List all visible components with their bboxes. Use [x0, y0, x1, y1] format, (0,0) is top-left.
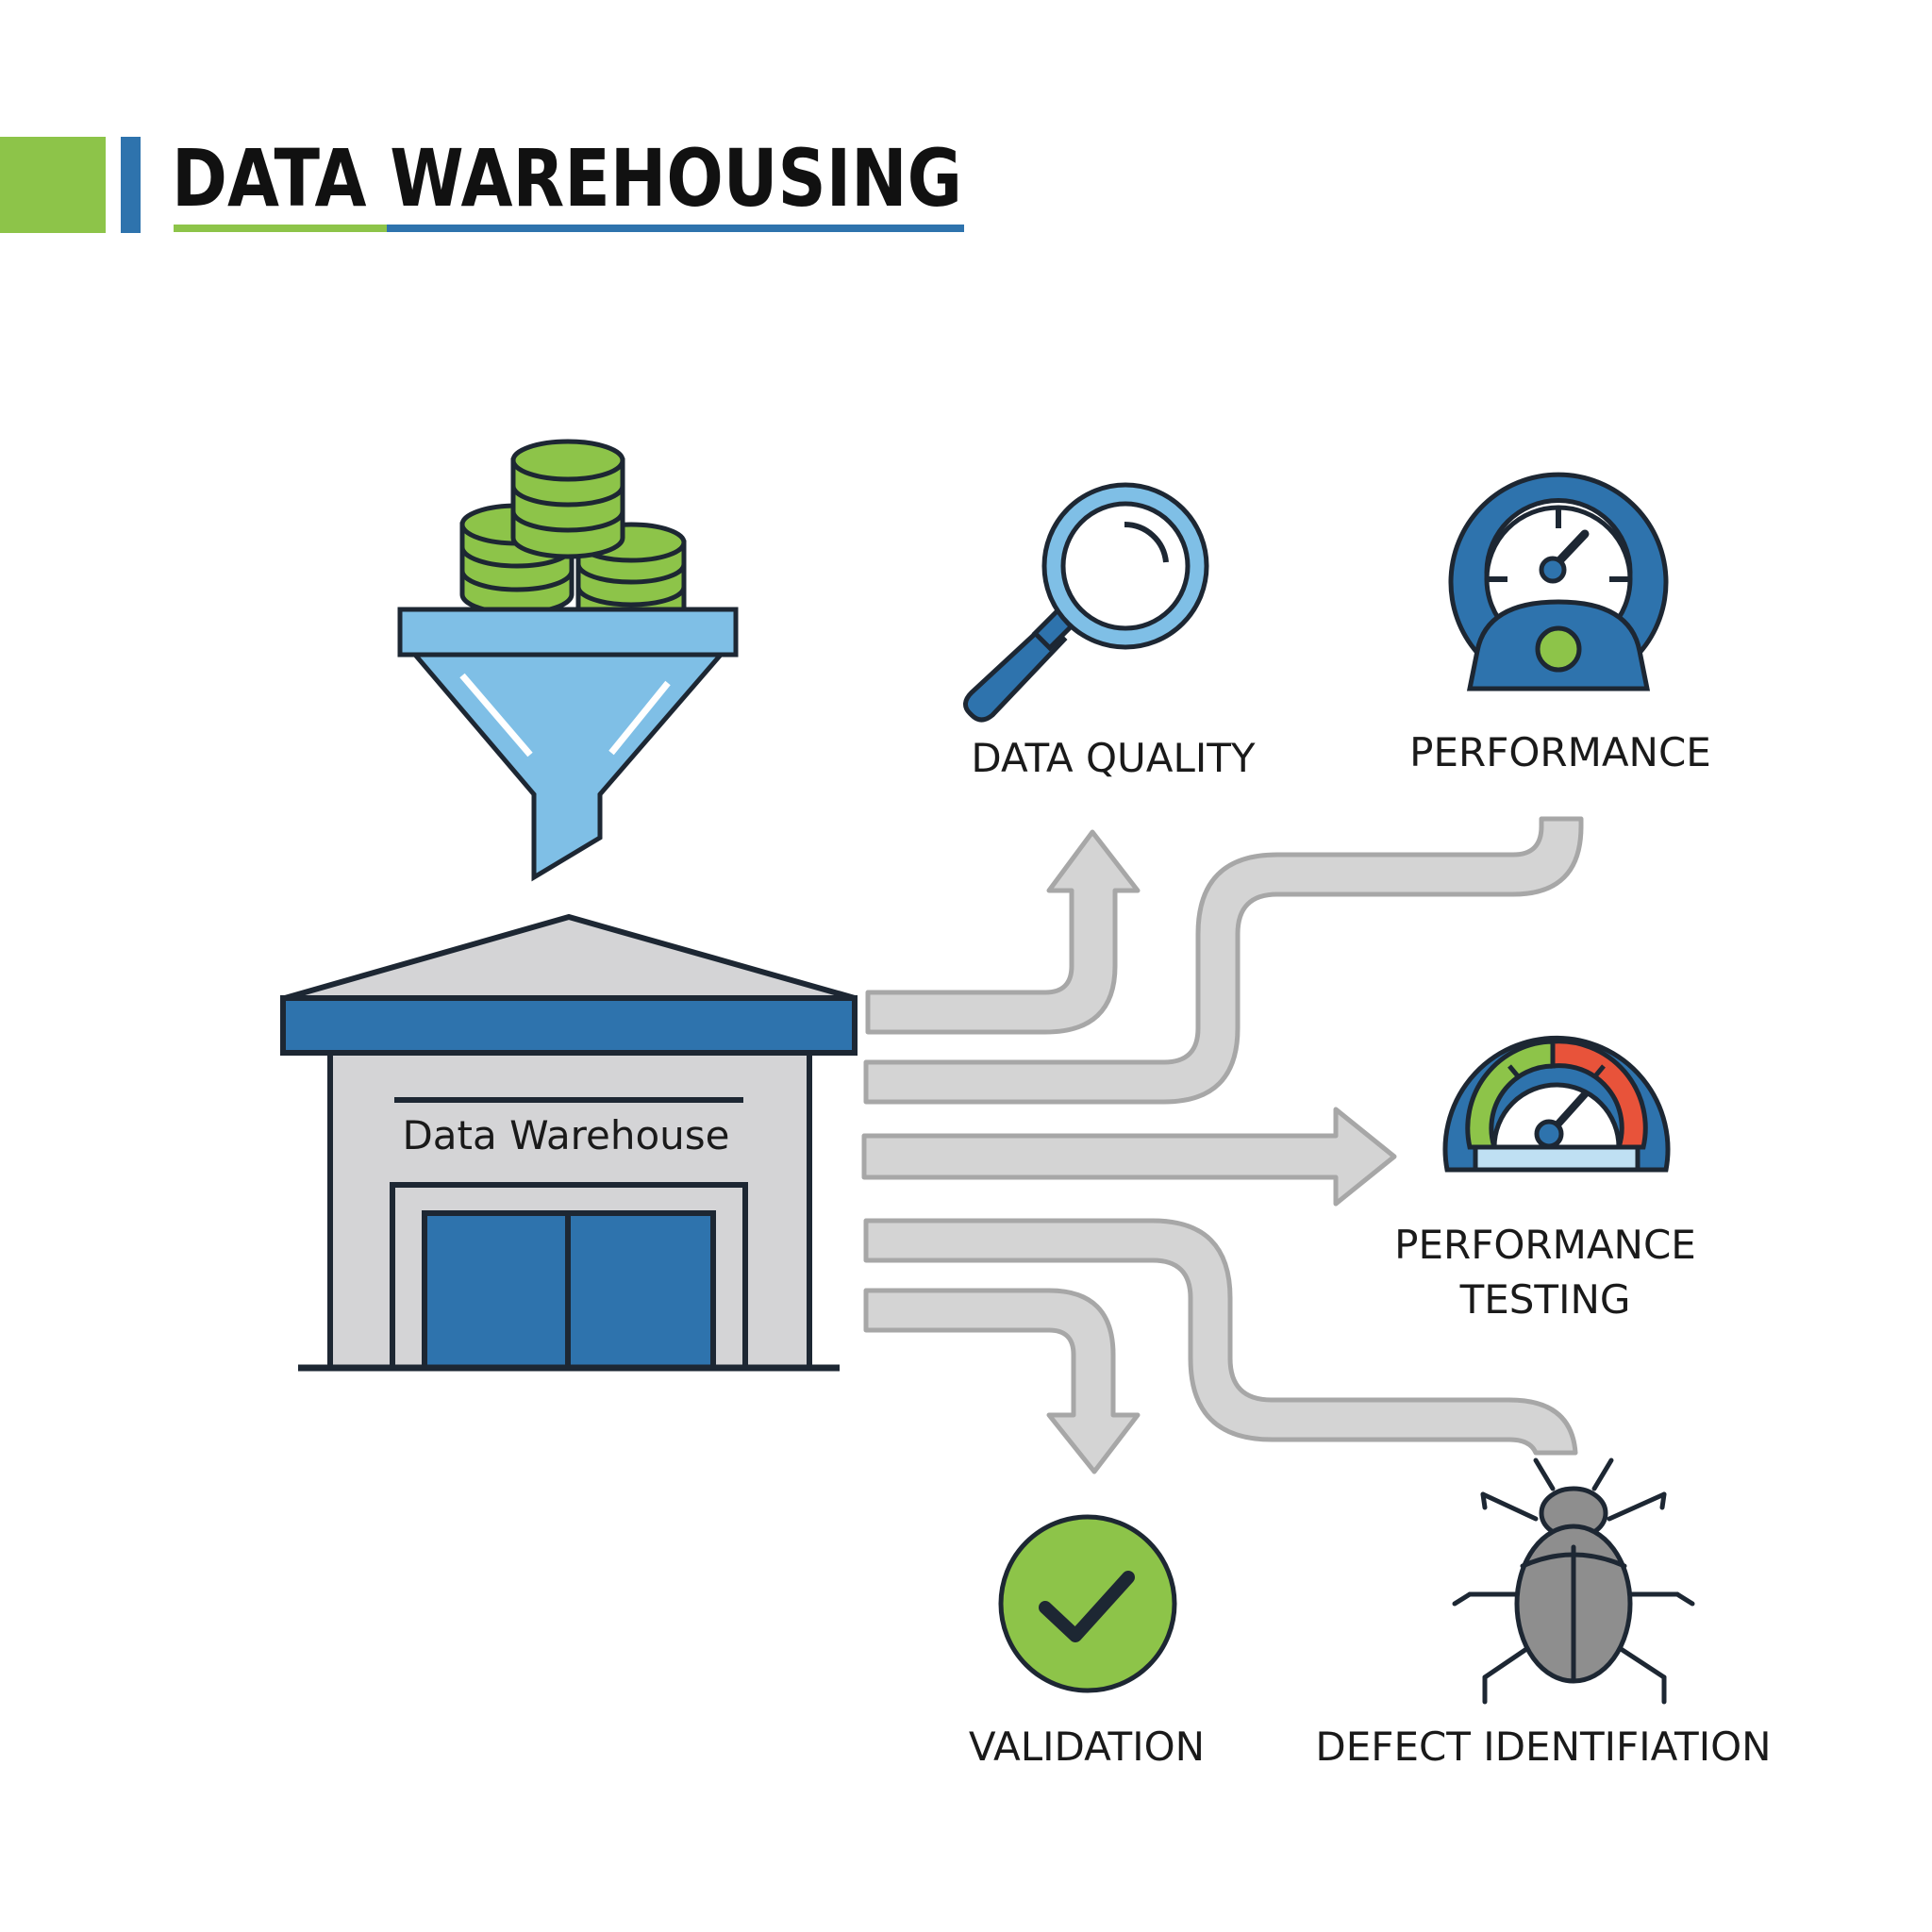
arrow-to-performance: [863, 816, 1584, 1105]
speedometer-icon: [1448, 472, 1669, 691]
warehouse-door-right: [565, 1210, 716, 1371]
bug-icon: [1452, 1457, 1695, 1705]
label-data-quality: DATA QUALITY: [971, 735, 1256, 781]
page-title: DATA WAREHOUSING: [172, 132, 962, 225]
warehouse-roof: [284, 913, 856, 1001]
title-underline-blue: [387, 225, 964, 232]
funnel-icon: [397, 607, 739, 882]
database-stack-icon: [459, 439, 687, 629]
label-defect-identification: DEFECT IDENTIFIATION: [1315, 1724, 1771, 1770]
header: DATA WAREHOUSING: [0, 132, 964, 233]
funnel-body: [409, 652, 726, 882]
title-underline-green: [174, 225, 387, 232]
funnel-rim: [397, 607, 739, 658]
label-performance-testing-line2: TESTING: [1459, 1276, 1631, 1323]
arrow-to-data-quality: [865, 829, 1141, 1035]
warehouse-label: Data Warehouse: [402, 1112, 729, 1158]
diagram-canvas: DATA WAREHOUSING Data Warehouse DATA QUA…: [0, 132, 1772, 1770]
label-performance-testing-line1: PERFORMANCE: [1394, 1222, 1696, 1268]
warehouse-roof-band: [280, 995, 858, 1056]
magnifier-icon: [963, 482, 1209, 723]
header-green-block: [0, 137, 106, 233]
performance-dial-icon: [1442, 1035, 1671, 1173]
header-blue-bar: [121, 137, 141, 233]
database-cylinder-center: [510, 439, 625, 559]
arrow-to-performance-testing: [861, 1107, 1397, 1207]
checkmark-icon: [998, 1514, 1177, 1693]
label-performance: PERFORMANCE: [1409, 729, 1711, 775]
label-validation: VALIDATION: [969, 1724, 1205, 1770]
checkmark-circle: [998, 1514, 1177, 1693]
warehouse-door-left: [422, 1210, 571, 1371]
arrow-to-validation: [863, 1288, 1141, 1474]
warehouse-building-icon: Data Warehouse: [280, 913, 858, 1372]
